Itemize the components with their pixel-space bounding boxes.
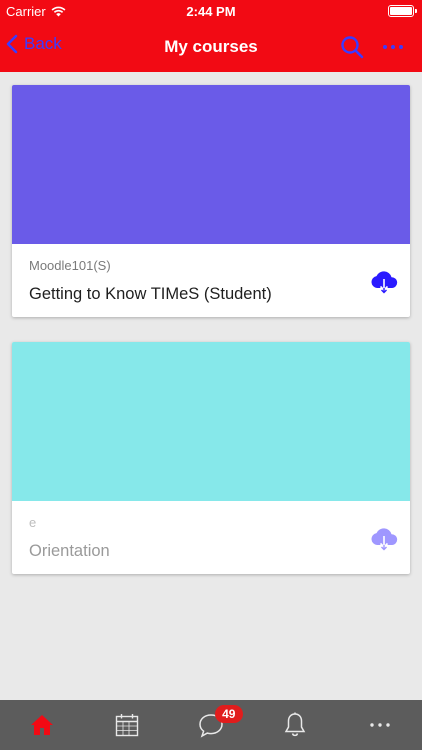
download-course-button[interactable]	[370, 268, 398, 299]
back-label: Back	[24, 34, 62, 53]
back-button[interactable]: Back	[6, 34, 62, 54]
course-short-name: Moodle101(S)	[29, 258, 111, 273]
search-button[interactable]	[340, 35, 364, 64]
search-icon	[341, 36, 364, 59]
more-icon	[383, 45, 403, 49]
nav-bar: Back My courses	[0, 22, 422, 72]
calendar-icon	[115, 714, 138, 737]
cloud-download-icon	[371, 271, 398, 294]
course-short-name: e	[29, 515, 37, 530]
tab-notifications[interactable]	[253, 700, 337, 750]
course-full-name: Orientation	[29, 542, 110, 560]
course-card[interactable]: Moodle101(S) Getting to Know TIMeS (Stud…	[12, 85, 410, 317]
chevron-left-icon	[6, 34, 18, 54]
course-card[interactable]: e Orientation	[12, 342, 410, 574]
battery-icon	[388, 5, 417, 17]
tab-home[interactable]	[0, 700, 84, 750]
course-list: Moodle101(S) Getting to Know TIMeS (Stud…	[0, 72, 422, 700]
cloud-download-icon	[371, 528, 398, 551]
course-full-name: Getting to Know TIMeS (Student)	[29, 285, 272, 303]
tab-calendar[interactable]	[84, 700, 168, 750]
download-course-button[interactable]	[370, 525, 398, 556]
tab-more[interactable]	[338, 700, 422, 750]
home-icon	[31, 715, 54, 735]
tab-bar: 49	[0, 700, 422, 750]
course-info: Moodle101(S) Getting to Know TIMeS (Stud…	[12, 244, 410, 317]
course-banner	[12, 85, 410, 244]
course-info: e Orientation	[12, 501, 410, 574]
tab-messages[interactable]: 49	[169, 700, 253, 750]
more-icon	[370, 723, 390, 727]
status-time: 2:44 PM	[186, 4, 236, 19]
bell-icon	[285, 712, 306, 737]
messages-badge: 49	[214, 705, 243, 723]
course-banner	[12, 342, 410, 501]
more-options-button[interactable]	[382, 35, 404, 64]
status-bar: Carrier 2:44 PM	[0, 0, 422, 22]
